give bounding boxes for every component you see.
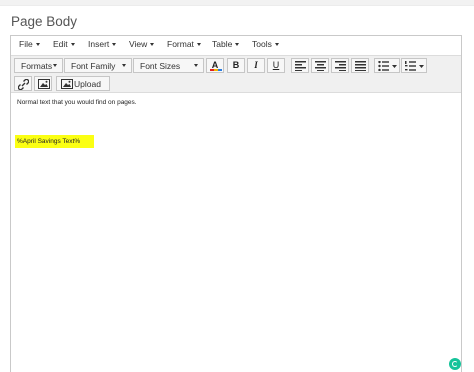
numbered-list-icon: [405, 61, 424, 71]
rich-text-editor: File Edit Insert View Format Table Tools…: [10, 35, 462, 372]
grammarly-icon[interactable]: [449, 358, 461, 370]
chevron-down-icon: [274, 43, 279, 46]
upload-button-label: Upload: [74, 79, 101, 89]
menu-file[interactable]: File: [19, 39, 40, 49]
align-center-button[interactable]: [311, 58, 329, 73]
font-sizes-dropdown[interactable]: Font Sizes: [133, 58, 204, 73]
formats-dropdown-label: Formats: [21, 61, 53, 71]
top-edge: [0, 0, 474, 6]
align-justify-icon: [355, 61, 366, 71]
menu-insert-label: Insert: [88, 39, 110, 49]
menu-edit[interactable]: Edit: [53, 39, 75, 49]
chevron-down-icon: [112, 43, 117, 46]
font-sizes-dropdown-label: Font Sizes: [140, 61, 181, 71]
menu-edit-label: Edit: [53, 39, 68, 49]
font-family-dropdown-label: Font Family: [71, 61, 116, 71]
underline-icon: U: [272, 60, 280, 70]
menu-table-label: Table: [212, 39, 233, 49]
link-icon: [18, 79, 29, 90]
insert-image-button[interactable]: [34, 76, 52, 91]
menu-view[interactable]: View: [129, 39, 155, 49]
bullet-list-icon: [378, 61, 397, 71]
formats-dropdown[interactable]: Formats: [14, 58, 63, 73]
align-center-icon: [315, 61, 326, 71]
text-color-button[interactable]: A: [206, 58, 224, 73]
editor-content-area[interactable]: Normal text that you would find on pages…: [11, 93, 461, 372]
underline-button[interactable]: U: [267, 58, 285, 73]
menu-view-label: View: [129, 39, 148, 49]
chevron-down-icon: [194, 64, 198, 67]
chevron-down-icon: [70, 43, 75, 46]
upload-icon: [61, 79, 73, 89]
menu-file-label: File: [19, 39, 33, 49]
page: Page Body File Edit Insert View Format T…: [0, 0, 474, 372]
bold-icon: B: [232, 60, 240, 70]
align-justify-button[interactable]: [351, 58, 369, 73]
menu-tools[interactable]: Tools: [252, 39, 279, 49]
menu-table[interactable]: Table: [212, 39, 240, 49]
align-left-icon: [295, 61, 306, 71]
upload-button[interactable]: Upload: [56, 76, 110, 91]
chevron-down-icon: [35, 43, 40, 46]
highlighted-placeholder-text: %April Savings Text%: [15, 135, 94, 148]
bullet-list-button[interactable]: [374, 58, 400, 73]
menu-format[interactable]: Format: [167, 39, 201, 49]
menu-insert[interactable]: Insert: [88, 39, 117, 49]
chevron-down-icon: [196, 43, 201, 46]
align-right-icon: [335, 61, 346, 71]
menu-tools-label: Tools: [252, 39, 272, 49]
menu-format-label: Format: [167, 39, 194, 49]
image-icon: [38, 79, 50, 89]
italic-button[interactable]: I: [247, 58, 265, 73]
insert-link-button[interactable]: [14, 76, 32, 91]
chevron-down-icon: [53, 64, 57, 67]
chevron-down-icon: [122, 64, 126, 67]
align-left-button[interactable]: [291, 58, 309, 73]
bold-button[interactable]: B: [227, 58, 245, 73]
chevron-down-icon: [235, 43, 240, 46]
chevron-down-icon: [150, 43, 155, 46]
align-right-button[interactable]: [331, 58, 349, 73]
editor-toolbar: Formats Font Family Font Sizes A B I U U…: [11, 55, 461, 93]
font-family-dropdown[interactable]: Font Family: [64, 58, 132, 73]
body-paragraph: Normal text that you would find on pages…: [17, 99, 137, 106]
text-color-swatch: [210, 69, 222, 71]
numbered-list-button[interactable]: [401, 58, 427, 73]
italic-icon: I: [254, 60, 258, 70]
section-label: Page Body: [11, 14, 78, 29]
editor-menubar: File Edit Insert View Format Table Tools: [11, 36, 461, 55]
